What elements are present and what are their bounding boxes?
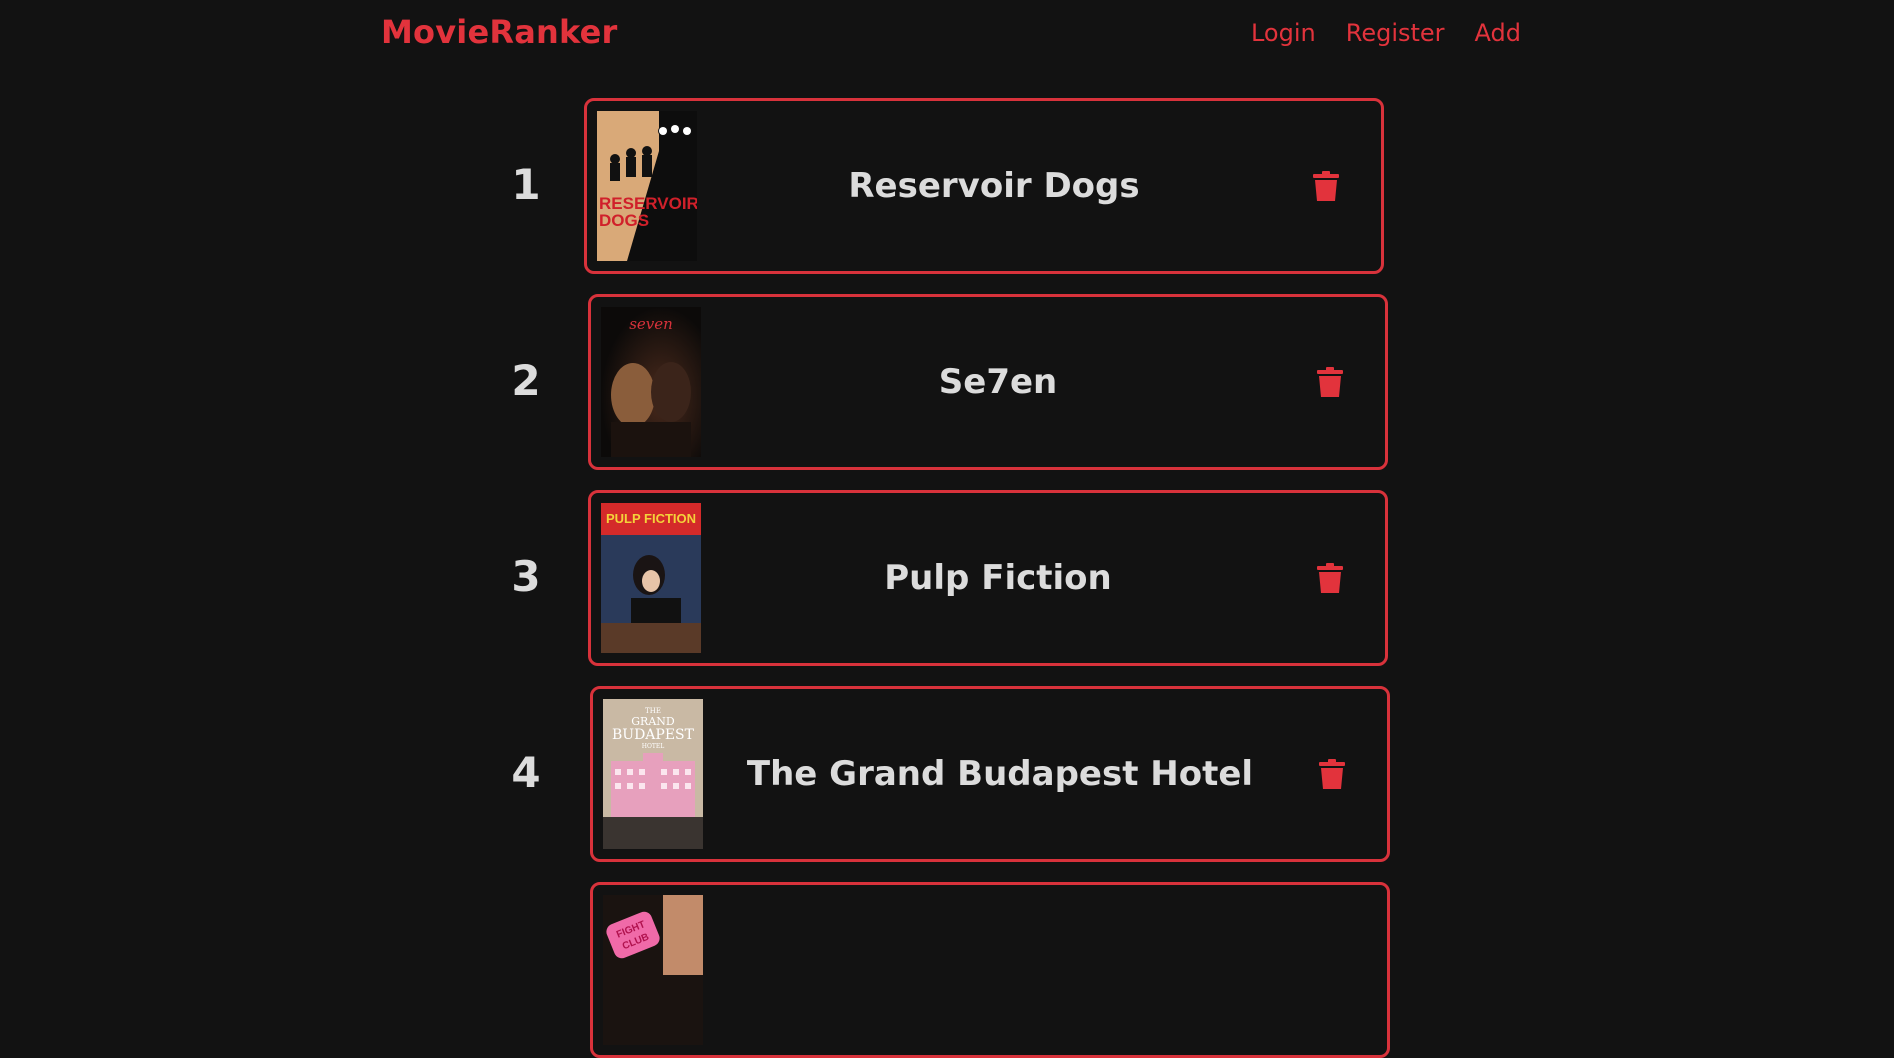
poster-text: HOTEL xyxy=(642,743,665,750)
poster-text: seven xyxy=(629,315,673,333)
trash-icon[interactable] xyxy=(1317,563,1343,593)
movie-card[interactable]: THE GRAND BUDAPEST HOTEL The Grand Budap… xyxy=(590,686,1390,862)
rank-number: 1 xyxy=(511,160,541,209)
movie-poster: RESERVOIR DOGS xyxy=(597,111,697,261)
trash-icon[interactable] xyxy=(1317,367,1343,397)
poster-text: PULP FICTION xyxy=(606,511,696,526)
movie-title: The Grand Budapest Hotel xyxy=(746,754,1254,794)
movie-title: Reservoir Dogs xyxy=(848,166,1140,206)
movie-ranking-list: 1 RESERVOIR DOGS Reservoir Dogs 2 seven … xyxy=(0,0,1894,1058)
movie-card[interactable]: FIGHT CLUB xyxy=(590,882,1390,1058)
movie-poster: seven xyxy=(601,307,701,457)
movie-poster: THE GRAND BUDAPEST HOTEL xyxy=(603,699,703,849)
poster-text: THE xyxy=(645,707,661,715)
poster-text: BUDAPEST xyxy=(612,727,695,743)
movie-card[interactable]: PULP FICTION Pulp Fiction xyxy=(588,490,1388,666)
trash-icon[interactable] xyxy=(1319,759,1345,789)
rank-number: 3 xyxy=(511,552,541,601)
poster-text: DOGS xyxy=(599,211,649,230)
movie-poster: FIGHT CLUB xyxy=(603,895,703,1045)
trash-icon[interactable] xyxy=(1313,171,1339,201)
rank-number: 2 xyxy=(511,356,541,405)
movie-poster: PULP FICTION xyxy=(601,503,701,653)
movie-title: Pulp Fiction xyxy=(884,558,1112,598)
movie-card[interactable]: seven Se7en xyxy=(588,294,1388,470)
movie-title: Se7en xyxy=(938,362,1058,402)
movie-card[interactable]: RESERVOIR DOGS Reservoir Dogs xyxy=(584,98,1384,274)
rank-number: 4 xyxy=(511,748,541,797)
